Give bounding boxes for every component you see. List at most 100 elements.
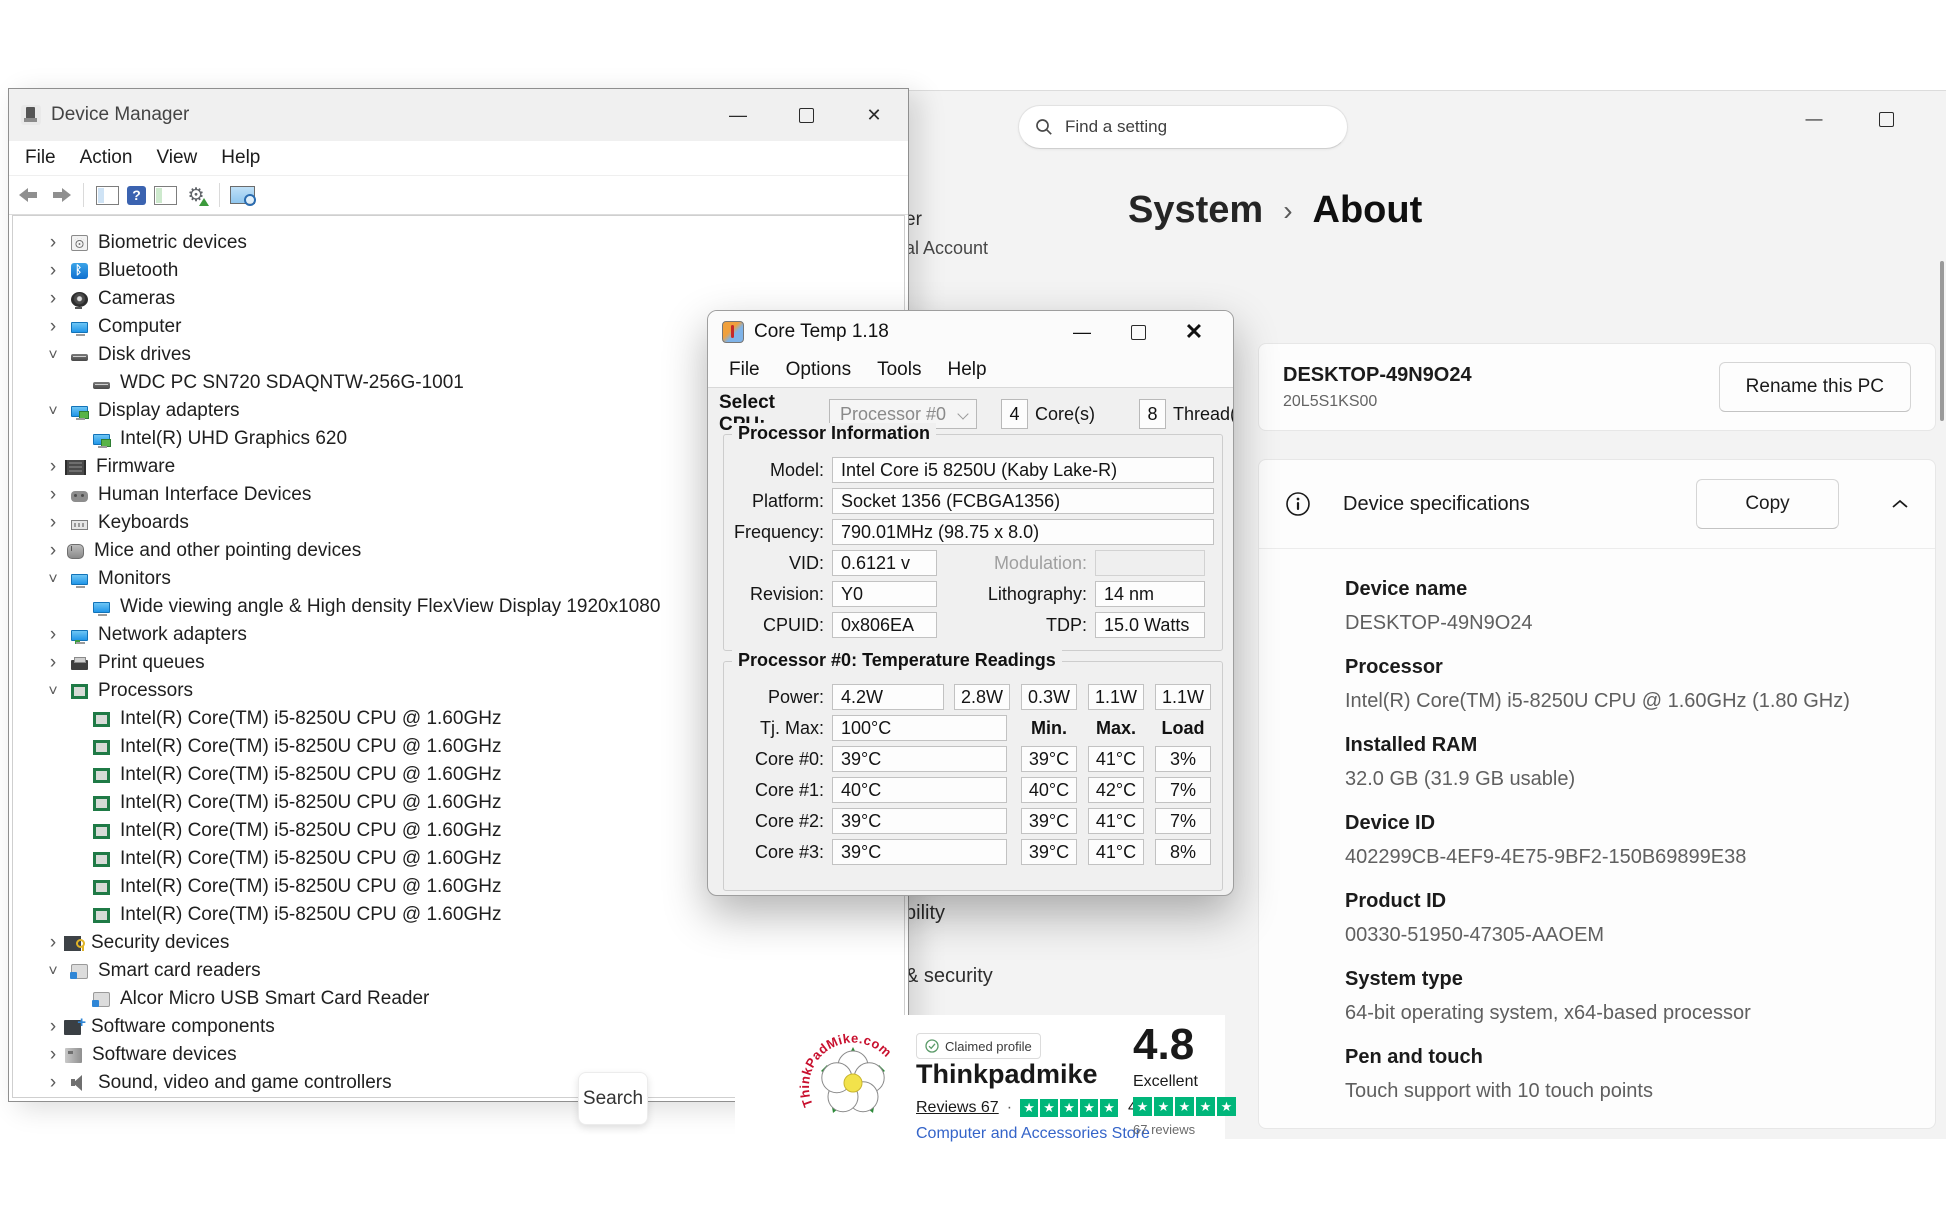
search-placeholder: Find a setting: [1065, 117, 1167, 137]
expander-icon[interactable]: [43, 649, 63, 677]
expander-icon[interactable]: [43, 341, 63, 370]
device-name-block: DESKTOP-49N9O24 20L5S1KS00: [1283, 364, 1472, 411]
tree-item-label: Disk drives: [98, 344, 191, 366]
category-link[interactable]: Computer and Accessories Store: [916, 1125, 1150, 1143]
forward-button[interactable]: [47, 183, 73, 207]
expander-icon[interactable]: [43, 565, 63, 594]
expander-icon[interactable]: [43, 481, 63, 509]
expander-icon[interactable]: [43, 285, 63, 313]
core-temp-app-icon: [722, 321, 744, 343]
core-temperature-rows: Core #0: 39°C 39°C 41°C 3% Core #1: 40°C…: [724, 746, 1222, 865]
search-icon: [1035, 118, 1053, 136]
expander-icon[interactable]: [43, 537, 63, 565]
claimed-profile-label: Claimed profile: [945, 1039, 1032, 1054]
core-temperature-row: Core #1: 40°C 40°C 42°C 7%: [724, 777, 1222, 803]
device-category-icon: [71, 630, 88, 641]
tree-item-label: Intel(R) Core(TM) i5-8250U CPU @ 1.60GHz: [120, 848, 501, 870]
menu-item[interactable]: Help: [209, 147, 272, 169]
expander-icon[interactable]: [43, 509, 63, 537]
device-category-icon: [71, 263, 88, 279]
core-max-value: 42°C: [1088, 777, 1144, 803]
tree-item[interactable]: Biometric devices: [13, 229, 904, 257]
core-temperature-row: Core #2: 39°C 39°C 41°C 7%: [724, 808, 1222, 834]
expander-icon[interactable]: [43, 313, 63, 341]
core-temp-titlebar[interactable]: Core Temp 1.18 — ✕: [708, 311, 1233, 353]
sidebar-fragment-privacy-security[interactable]: & security: [905, 965, 993, 988]
tree-item[interactable]: Alcor Micro USB Smart Card Reader: [13, 985, 904, 1013]
maximize-button[interactable]: [772, 89, 840, 141]
device-specifications-header[interactable]: Device specifications Copy: [1259, 460, 1935, 549]
device-category-icon: [71, 235, 88, 251]
expander-icon[interactable]: [43, 1013, 63, 1041]
core-temperature-row: Core #3: 39°C 39°C 41°C 8%: [724, 839, 1222, 865]
show-console-tree-icon[interactable]: [96, 186, 119, 205]
star-icon: [1217, 1097, 1236, 1116]
device-manager-window-controls: — ✕: [704, 89, 908, 141]
menu-item[interactable]: File: [13, 147, 68, 169]
scrollbar-thumb[interactable]: [1940, 261, 1944, 421]
maximize-button[interactable]: [1110, 311, 1166, 353]
lithography-label: Lithography:: [937, 584, 1087, 605]
properties-icon[interactable]: [154, 186, 177, 205]
expander-icon[interactable]: [43, 929, 63, 957]
expander-icon[interactable]: [43, 397, 63, 426]
device-manager-app-icon: [21, 105, 41, 125]
minimize-button[interactable]: —: [704, 89, 772, 141]
core-max-value: 41°C: [1088, 839, 1144, 865]
expander-icon[interactable]: [43, 257, 63, 285]
tree-item-label: Intel(R) Core(TM) i5-8250U CPU @ 1.60GHz: [120, 820, 501, 842]
expander-icon[interactable]: [43, 957, 63, 986]
expander-icon[interactable]: [43, 1041, 63, 1069]
spec-item: Product ID 00330-51950-47305-AAOEM: [1345, 889, 1935, 947]
menu-item[interactable]: Action: [68, 147, 145, 169]
scan-hardware-changes-icon[interactable]: ⚙: [183, 183, 209, 207]
device-category-icon: [71, 406, 88, 417]
search-button[interactable]: Search: [578, 1072, 648, 1125]
minimize-button[interactable]: —: [1054, 311, 1110, 353]
tree-item[interactable]: Security devices: [13, 929, 904, 957]
core-label: Core #2:: [724, 811, 824, 832]
menu-item[interactable]: View: [144, 147, 209, 169]
close-button[interactable]: ✕: [1166, 311, 1222, 353]
spec-value: Intel(R) Core(TM) i5-8250U CPU @ 1.60GHz…: [1345, 689, 1935, 713]
breadcrumb-system[interactable]: System: [1128, 189, 1263, 232]
rename-pc-button[interactable]: Rename this PC: [1719, 362, 1911, 412]
search-input[interactable]: Find a setting: [1018, 105, 1348, 149]
scan-computer-icon[interactable]: [230, 186, 255, 204]
settings-window-controls: — ✕: [1778, 99, 1946, 139]
menu-item[interactable]: Options: [773, 359, 864, 381]
expander-icon[interactable]: [43, 621, 63, 649]
maximize-button[interactable]: [1864, 99, 1908, 139]
tree-item[interactable]: Smart card readers: [13, 957, 904, 985]
reviews-link[interactable]: Reviews 67: [916, 1099, 999, 1117]
menu-item[interactable]: Tools: [864, 359, 934, 381]
device-manager-titlebar[interactable]: Device Manager — ✕: [9, 89, 908, 141]
modulation-label: Modulation:: [937, 553, 1087, 574]
help-icon[interactable]: ?: [127, 186, 146, 205]
chevron-up-icon[interactable]: [1891, 498, 1909, 510]
expander-icon[interactable]: [43, 677, 63, 706]
core-count-label: Core(s): [1035, 404, 1095, 425]
tjmax-value: 100°C: [832, 715, 1007, 741]
sidebar-fragment-accessibility[interactable]: bility: [905, 902, 945, 925]
device-category-icon: [93, 880, 110, 895]
tree-item-label: Display adapters: [98, 400, 240, 422]
menu-item[interactable]: Help: [934, 359, 999, 381]
close-button[interactable]: ✕: [840, 89, 908, 141]
tree-item[interactable]: Intel(R) Core(TM) i5-8250U CPU @ 1.60GHz: [13, 901, 904, 929]
platform-label: Platform:: [724, 491, 824, 512]
menu-item[interactable]: File: [716, 359, 773, 381]
core-temp-window: Core Temp 1.18 — ✕ File Options Tools He…: [707, 310, 1234, 896]
back-button[interactable]: [17, 183, 43, 207]
expander-icon[interactable]: [43, 1069, 63, 1097]
tree-item[interactable]: Bluetooth: [13, 257, 904, 285]
device-category-icon: [71, 520, 88, 530]
copy-button[interactable]: Copy: [1696, 479, 1839, 529]
expander-icon[interactable]: [43, 453, 63, 481]
minimize-button[interactable]: —: [1792, 99, 1836, 139]
platform-value: Socket 1356 (FCBGA1356): [832, 488, 1214, 514]
power-label: Power:: [724, 687, 824, 708]
expander-icon[interactable]: [43, 229, 63, 257]
tree-item[interactable]: Cameras: [13, 285, 904, 313]
specs-card-title: Device specifications: [1343, 493, 1530, 516]
